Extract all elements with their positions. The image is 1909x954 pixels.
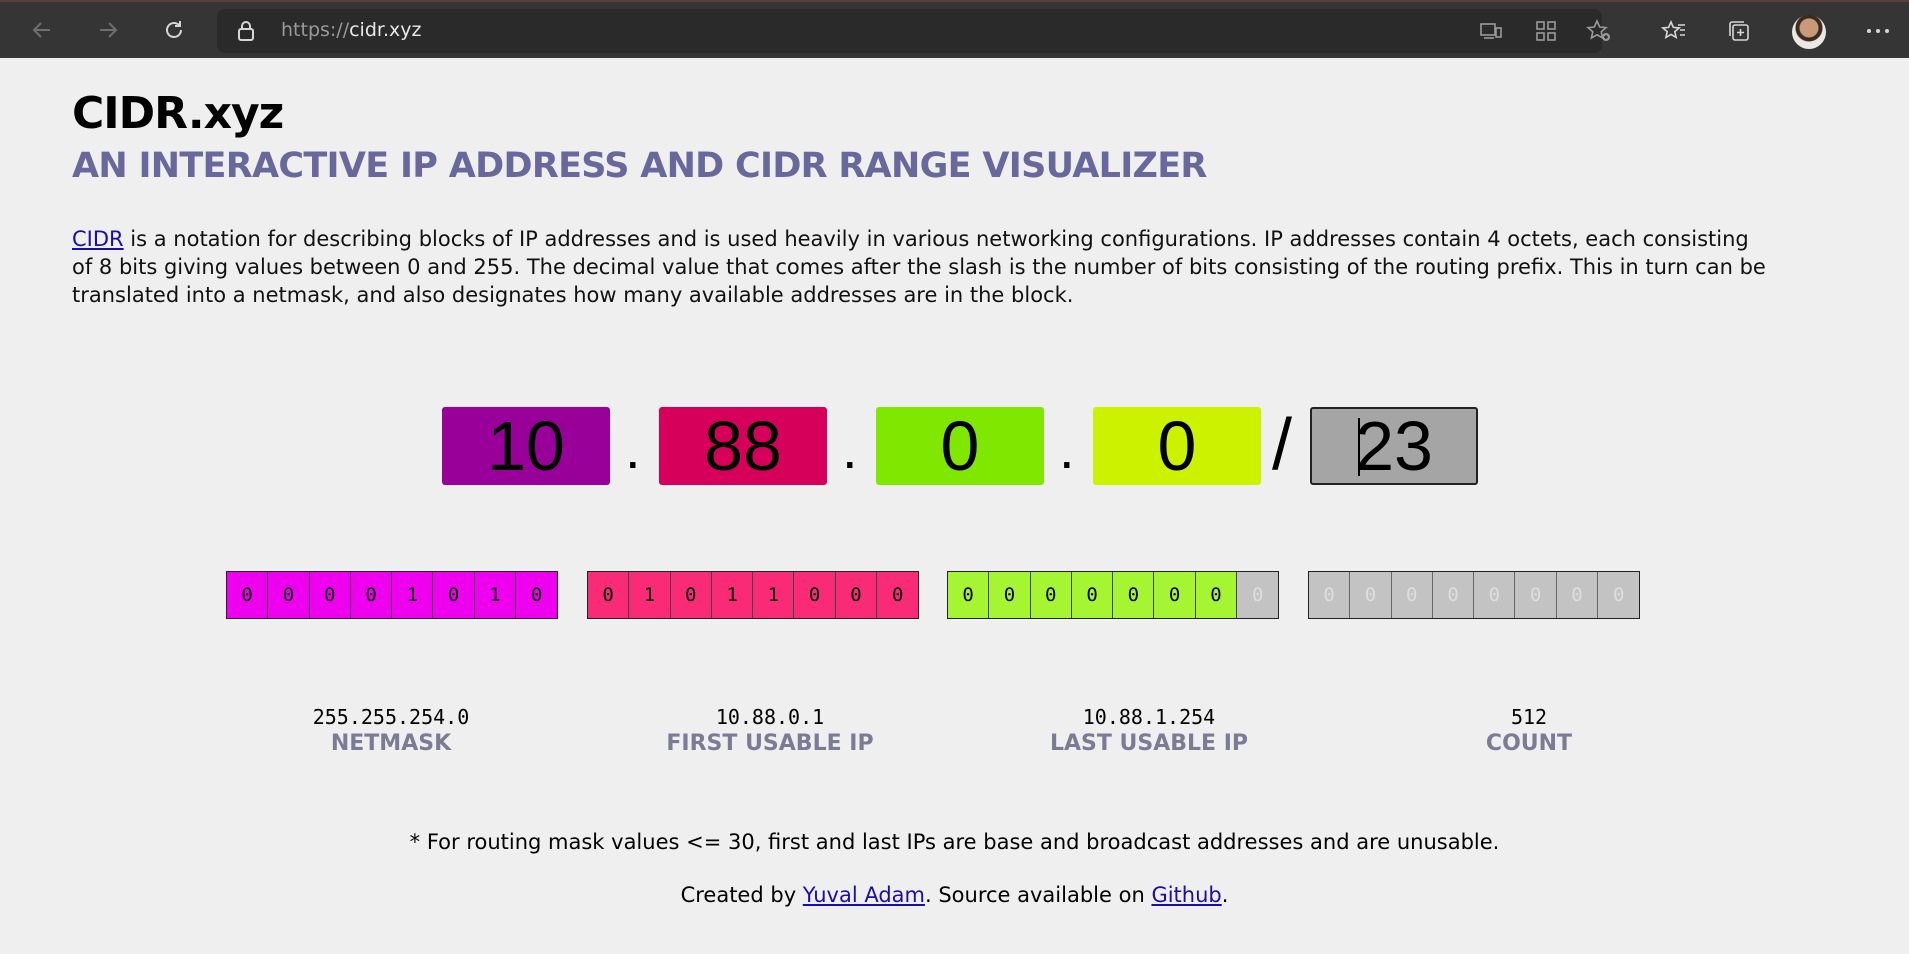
bit-cell[interactable]: 0 — [1474, 572, 1516, 618]
bit-cell[interactable]: 0 — [1071, 572, 1114, 618]
bit-cell[interactable]: 1 — [474, 572, 517, 618]
bit-cell[interactable]: 0 — [1309, 572, 1351, 618]
bit-cell[interactable]: 0 — [835, 572, 878, 618]
url-text: https://cidr.xyz — [281, 19, 422, 41]
bit-cell[interactable]: 0 — [1195, 572, 1238, 618]
bit-cell[interactable]: 0 — [309, 572, 351, 618]
last-usable-ip-value: 10.88.1.254 — [1082, 705, 1216, 729]
netmask-label: NETMASK — [330, 731, 452, 756]
bit-cell[interactable]: 0 — [670, 572, 712, 618]
cidr-link[interactable]: CIDR — [72, 227, 124, 251]
bit-cell[interactable]: 0 — [989, 572, 1031, 618]
octet-2-bits: 01011000 — [587, 571, 920, 619]
bit-cell[interactable]: 0 — [268, 572, 310, 618]
octet-2-input[interactable]: 88 — [659, 407, 827, 485]
github-link[interactable]: Github — [1151, 883, 1221, 907]
prefix-slash: / — [1272, 405, 1293, 485]
last-usable-ip-label: LAST USABLE IP — [1049, 731, 1249, 756]
address-bar[interactable]: https://cidr.xyz — [217, 9, 1610, 53]
description: CIDR is a notation for describing blocks… — [72, 227, 1766, 307]
bit-cell[interactable]: 0 — [1030, 572, 1072, 618]
netmask-result: 255.255.254.0 NETMASK — [241, 704, 541, 758]
bit-cell[interactable]: 0 — [433, 572, 475, 618]
octet-separator: . — [842, 417, 858, 480]
text-caret — [1358, 418, 1360, 476]
author-link[interactable]: Yuval Adam — [803, 883, 925, 907]
octet-separator: . — [625, 417, 641, 480]
octet-1-bits: 00001010 — [226, 571, 559, 619]
first-usable-ip-result: 10.88.0.1 FIRST USABLE IP — [620, 704, 920, 758]
bit-cell[interactable]: 0 — [1556, 572, 1599, 618]
octet-3-bits: 00000000 — [947, 571, 1280, 619]
more-menu-icon[interactable] — [1863, 16, 1893, 46]
forward-button[interactable] — [94, 16, 122, 44]
bit-cell[interactable]: 0 — [1598, 572, 1640, 618]
page-title: CIDR.xyz — [72, 88, 284, 139]
octet-4-bits: 00000000 — [1308, 571, 1641, 619]
bit-cell[interactable]: 0 — [1113, 572, 1155, 618]
profile-avatar[interactable] — [1792, 15, 1826, 49]
bit-cell[interactable]: 0 — [516, 572, 558, 618]
credit-line: Created by Yuval Adam. Source available … — [680, 883, 1229, 907]
reload-button[interactable] — [160, 16, 188, 44]
back-button[interactable] — [28, 16, 56, 44]
bit-cell[interactable]: 0 — [948, 572, 990, 618]
first-usable-ip-value: 10.88.0.1 — [715, 705, 825, 729]
back-arrow-icon — [32, 22, 50, 38]
forward-arrow-icon — [100, 22, 118, 38]
routing-note: * For routing mask values <= 30, first a… — [409, 830, 1500, 854]
octet-4-input[interactable]: 0 — [1093, 407, 1261, 485]
octet-3-input[interactable]: 0 — [876, 407, 1044, 485]
bit-cell[interactable]: 0 — [588, 572, 630, 618]
last-usable-ip-result: 10.88.1.254 LAST USABLE IP — [999, 704, 1299, 758]
app-available-icon[interactable] — [1476, 16, 1506, 46]
netmask-value: 255.255.254.0 — [312, 705, 470, 729]
bit-cell[interactable]: 0 — [227, 572, 269, 618]
bit-cell[interactable]: 1 — [711, 572, 754, 618]
bit-cell[interactable]: 0 — [1515, 572, 1557, 618]
lock-icon — [237, 21, 255, 45]
bit-cell[interactable]: 0 — [1432, 572, 1475, 618]
bit-cell[interactable]: 0 — [1350, 572, 1392, 618]
bit-cell[interactable]: 0 — [1237, 572, 1279, 618]
count-label: COUNT — [1485, 731, 1573, 756]
collections-icon[interactable] — [1725, 16, 1755, 46]
bit-cell[interactable]: 1 — [753, 572, 795, 618]
bit-cell[interactable]: 1 — [392, 572, 434, 618]
bit-cell[interactable]: 0 — [1154, 572, 1196, 618]
add-favorite-icon[interactable] — [1584, 16, 1614, 46]
bit-cell[interactable]: 1 — [629, 572, 671, 618]
bit-cell[interactable]: 0 — [350, 572, 393, 618]
count-result: 512 COUNT — [1379, 704, 1679, 758]
octet-separator: . — [1059, 417, 1075, 480]
page-subtitle: AN INTERACTIVE IP ADDRESS AND CIDR RANGE… — [72, 146, 1207, 186]
bit-cell[interactable]: 0 — [877, 572, 919, 618]
favorites-icon[interactable] — [1659, 16, 1689, 46]
octet-1-input[interactable]: 10 — [442, 407, 610, 485]
bit-cell[interactable]: 0 — [1391, 572, 1433, 618]
browser-toolbar: https://cidr.xyz — [0, 0, 1909, 58]
count-value: 512 — [1510, 705, 1548, 729]
first-usable-ip-label: FIRST USABLE IP — [666, 731, 874, 756]
prefix-length-input[interactable]: 23 — [1310, 407, 1478, 485]
reload-icon — [166, 21, 182, 38]
extensions-icon[interactable] — [1531, 16, 1561, 46]
bit-cell[interactable]: 0 — [794, 572, 836, 618]
